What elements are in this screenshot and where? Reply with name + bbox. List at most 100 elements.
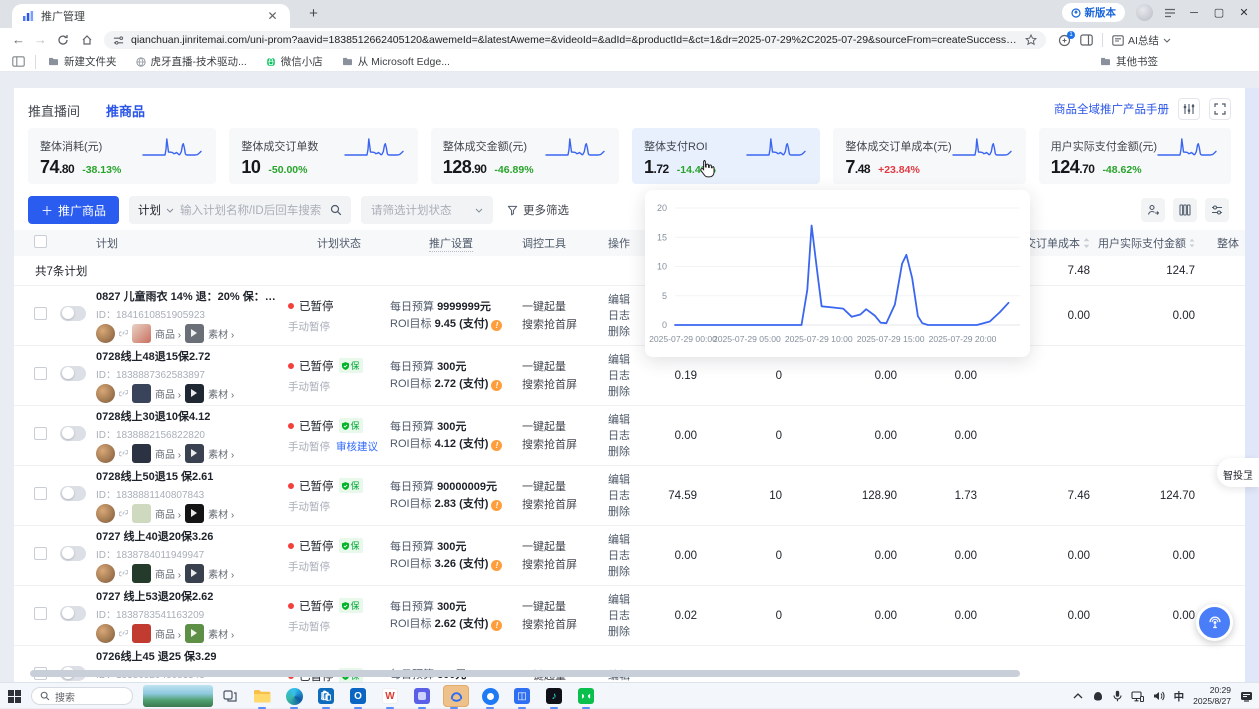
product-link[interactable]: 商品 ›: [155, 566, 181, 581]
tray-expand-icon[interactable]: [1073, 693, 1083, 699]
new-tab-button[interactable]: +: [304, 5, 323, 24]
tray-network-icon[interactable]: [1131, 691, 1144, 702]
app-file-explorer[interactable]: [251, 685, 273, 707]
op-link[interactable]: 日志: [608, 608, 658, 624]
stat-card-3[interactable]: 整体成交金额(元)128.90-46.89%: [431, 128, 619, 184]
row-checkbox[interactable]: [34, 547, 47, 560]
select-all-checkbox[interactable]: [34, 235, 47, 248]
app-douyin[interactable]: ♪: [543, 685, 565, 707]
stat-card-2[interactable]: 整体成交订单数10-50.00%: [229, 128, 417, 184]
plan-title[interactable]: 0727 线上53退20保2.62: [96, 588, 278, 604]
app-edge[interactable]: [283, 685, 305, 707]
row-checkbox[interactable]: [34, 307, 47, 320]
material-link[interactable]: 素材 ›: [208, 626, 234, 641]
tool-link[interactable]: 一键起量: [522, 478, 608, 496]
search-icon[interactable]: [330, 204, 342, 216]
tool-link[interactable]: 一键起量: [522, 418, 608, 436]
row-toggle[interactable]: [60, 546, 86, 561]
row-checkbox[interactable]: [34, 607, 47, 620]
tray-mouse-icon[interactable]: [1092, 691, 1104, 701]
product-link[interactable]: 商品 ›: [155, 626, 181, 641]
product-link[interactable]: 商品 ›: [155, 386, 181, 401]
notification-center-icon[interactable]: [1240, 691, 1253, 702]
tool-link[interactable]: 搜索抢首屏: [522, 616, 608, 634]
op-link[interactable]: 编辑: [608, 592, 658, 608]
other-bookmarks-button[interactable]: 其他书签: [1100, 54, 1158, 69]
row-checkbox[interactable]: [34, 427, 47, 440]
tray-volume-icon[interactable]: [1153, 691, 1165, 701]
row-toggle[interactable]: [60, 486, 86, 501]
app-purple-tool[interactable]: [411, 685, 433, 707]
bookmark-item-1[interactable]: 新建文件夹: [48, 54, 117, 69]
tool-link[interactable]: 搜索抢首屏: [522, 496, 608, 514]
window-close-button[interactable]: ✕: [1237, 6, 1251, 19]
horizontal-scrollbar[interactable]: [30, 670, 1020, 677]
home-button[interactable]: [81, 34, 93, 46]
stat-card-4[interactable]: 整体支付ROI1.72-14.43%: [632, 128, 820, 184]
tool-link[interactable]: 一键起量: [522, 598, 608, 616]
material-link[interactable]: 素材 ›: [208, 566, 234, 581]
sort-icon[interactable]: [1189, 238, 1195, 248]
window-maximize-button[interactable]: ▢: [1212, 6, 1226, 19]
op-link[interactable]: 删除: [608, 504, 658, 520]
plan-title[interactable]: 0727 线上40退20保3.26: [96, 528, 278, 544]
op-link[interactable]: 删除: [608, 564, 658, 580]
table-settings-button[interactable]: [1205, 198, 1229, 222]
bookmark-item-4[interactable]: 从 Microsoft Edge...: [342, 54, 450, 69]
plan-search-group[interactable]: 计划 输入计划名称/ID后回车搜索: [129, 196, 351, 224]
plan-title[interactable]: 0728线上48退15保2.72: [96, 348, 278, 364]
stat-card-6[interactable]: 用户实际支付金额(元)124.70-48.62%: [1039, 128, 1231, 184]
product-link[interactable]: 商品 ›: [155, 506, 181, 521]
tool-link[interactable]: 搜索抢首屏: [522, 316, 608, 334]
custom-columns-button[interactable]: [1173, 198, 1197, 222]
bookmark-item-3[interactable]: 微信小店: [266, 54, 323, 69]
layout-settings-button[interactable]: [1178, 98, 1200, 120]
bookmark-item-2[interactable]: 虎牙直播-技术驱动...: [136, 54, 247, 69]
new-version-badge[interactable]: 新版本: [1062, 3, 1126, 22]
app-microsoft-store[interactable]: 🛍: [315, 685, 337, 707]
op-link[interactable]: 日志: [608, 488, 658, 504]
op-link[interactable]: 删除: [608, 624, 658, 640]
share-export-button[interactable]: [1141, 198, 1165, 222]
product-manual-link[interactable]: 商品全域推广产品手册: [1054, 101, 1169, 117]
app-dingtalk[interactable]: [479, 685, 501, 707]
side-panel-icon[interactable]: [1080, 34, 1093, 46]
assistant-widget[interactable]: 智投星: [1217, 458, 1259, 487]
page-scrollbar-track[interactable]: [1245, 88, 1259, 682]
tool-link[interactable]: 一键起量: [522, 298, 608, 316]
task-view-button[interactable]: [223, 690, 237, 702]
row-toggle[interactable]: [60, 306, 86, 321]
tool-link[interactable]: 搜索抢首屏: [522, 376, 608, 394]
customer-service-button[interactable]: [1196, 604, 1233, 641]
op-link[interactable]: 删除: [608, 384, 658, 400]
profile-avatar[interactable]: [1136, 4, 1153, 21]
bookmark-star-icon[interactable]: [1025, 34, 1037, 46]
product-link[interactable]: 商品 ›: [155, 446, 181, 461]
app-wechat[interactable]: ◗◖: [575, 685, 597, 707]
material-link[interactable]: 素材 ›: [208, 326, 234, 341]
row-checkbox[interactable]: [34, 487, 47, 500]
forward-button[interactable]: →: [34, 32, 47, 47]
op-link[interactable]: 删除: [608, 444, 658, 460]
row-toggle[interactable]: [60, 366, 86, 381]
review-suggestion-link[interactable]: 审核建议: [336, 439, 378, 454]
material-link[interactable]: 素材 ›: [208, 386, 234, 401]
plan-title[interactable]: 0728线上50退15 保2.61: [96, 468, 278, 484]
op-link[interactable]: 日志: [608, 428, 658, 444]
taskbar-clock[interactable]: 20:29 2025/8/27: [1193, 685, 1231, 706]
tool-link[interactable]: 一键起量: [522, 358, 608, 376]
plan-title[interactable]: 0728线上30退10保4.12: [96, 408, 278, 424]
row-toggle[interactable]: [60, 426, 86, 441]
op-link[interactable]: 编辑: [608, 472, 658, 488]
app-blue-tool[interactable]: ◫: [511, 685, 533, 707]
tool-link[interactable]: 一键起量: [522, 538, 608, 556]
back-button[interactable]: ←: [12, 32, 25, 47]
row-checkbox[interactable]: [34, 367, 47, 380]
plan-status-select[interactable]: 请筛选计划状态: [361, 196, 493, 224]
window-minimize-button[interactable]: ─: [1187, 7, 1201, 19]
start-button[interactable]: [8, 690, 21, 703]
ime-indicator[interactable]: 中: [1174, 689, 1185, 704]
app-wps[interactable]: W: [379, 685, 401, 707]
op-link[interactable]: 日志: [608, 548, 658, 564]
tool-link[interactable]: 搜索抢首屏: [522, 556, 608, 574]
